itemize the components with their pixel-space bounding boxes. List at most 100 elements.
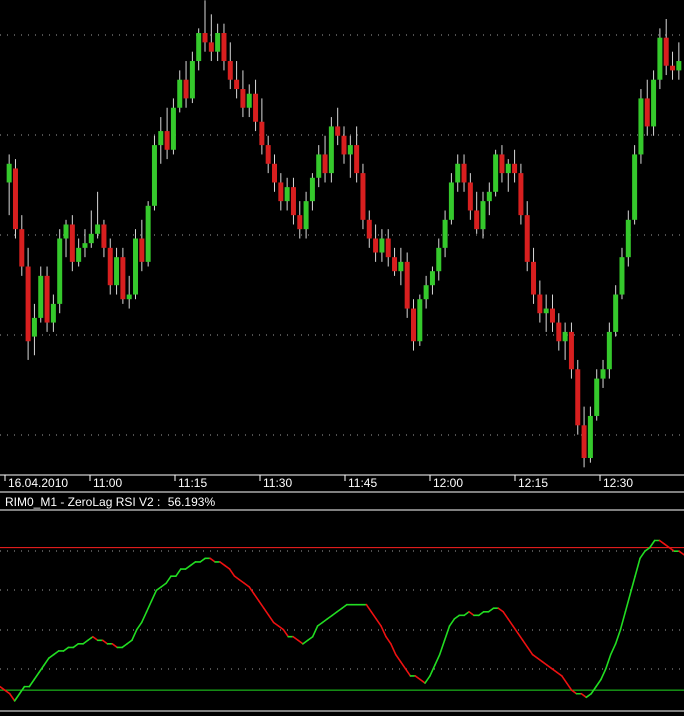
candle-body <box>423 285 429 300</box>
candle <box>360 163 366 230</box>
candle <box>328 117 334 183</box>
candle-body <box>663 37 669 66</box>
candle-body <box>158 131 164 146</box>
candle-body <box>114 257 120 286</box>
chart-window: 16.04.2010 11:00 11:15 11:30 11:45 12:00 12:15… <box>0 0 684 716</box>
candle-body <box>556 322 562 342</box>
candle-body <box>410 308 416 342</box>
candle-body <box>366 219 372 239</box>
candle-body <box>581 425 587 458</box>
time-tick-label: 12:15 <box>518 476 548 490</box>
candle-body <box>107 247 113 286</box>
candle-body <box>625 219 631 258</box>
candle-body <box>151 145 157 206</box>
candle-body <box>651 79 657 127</box>
candle-body <box>63 224 69 239</box>
candle-body <box>638 98 644 155</box>
candle-body <box>290 187 296 216</box>
candle-body <box>360 173 366 220</box>
candle-body <box>170 107 176 150</box>
candle-body <box>183 79 189 99</box>
candle <box>133 229 139 300</box>
candle-body <box>676 61 682 71</box>
candle-body <box>145 205 151 262</box>
candle-body <box>101 224 107 248</box>
candle-body <box>429 271 435 286</box>
candle-body <box>208 42 214 52</box>
candle-body <box>259 121 265 146</box>
candle <box>632 145 638 225</box>
candle-body <box>354 145 360 174</box>
time-tick-label: 12:00 <box>433 476 463 490</box>
candle-body <box>76 247 82 262</box>
candle-body <box>461 163 467 183</box>
candle-body <box>303 201 309 230</box>
candle-body <box>227 61 233 80</box>
candle-body <box>524 215 530 262</box>
candle-body <box>335 126 341 136</box>
candle-body <box>297 215 303 230</box>
candle-body <box>543 308 549 314</box>
time-tick-label: 11:45 <box>348 476 377 490</box>
candle-body <box>518 173 524 216</box>
candle-body <box>455 163 461 183</box>
candle-body <box>467 182 473 211</box>
candle-body <box>347 145 353 155</box>
candle-body <box>480 201 486 230</box>
indicator-name: RIM0_M1 - ZeroLag RSI V2 : <box>5 495 160 509</box>
candle-body <box>398 261 404 272</box>
candle-body <box>133 238 139 295</box>
candle-body <box>139 238 145 262</box>
candle-body <box>328 126 334 174</box>
candle-body <box>164 131 170 150</box>
candle <box>651 70 657 136</box>
candle <box>493 149 499 197</box>
candle-body <box>568 331 574 370</box>
candle <box>12 159 18 239</box>
candle-body <box>126 294 132 300</box>
candle-body <box>385 238 391 258</box>
candle-body <box>562 331 568 342</box>
candle-body <box>657 37 663 80</box>
candle-body <box>69 224 75 262</box>
candle-body <box>537 294 543 314</box>
candle-body <box>177 79 183 108</box>
candle <box>145 201 151 267</box>
candle-body <box>202 33 208 43</box>
candle-body <box>442 219 448 248</box>
candle-body <box>417 299 423 342</box>
candle-body <box>120 257 126 300</box>
candle <box>575 359 581 435</box>
candle-body <box>448 182 454 220</box>
indicator-title: RIM0_M1 - ZeroLag RSI V2 : 56.193% <box>5 495 215 509</box>
candle-body <box>594 378 600 416</box>
candle-body <box>215 33 221 52</box>
time-tick-label: 11:30 <box>263 476 292 490</box>
candle-body <box>505 163 511 174</box>
candle-body <box>189 61 195 99</box>
candle-body <box>196 33 202 62</box>
candle <box>57 229 63 314</box>
candle-body <box>392 257 398 272</box>
candle-body <box>619 257 625 295</box>
candle-body <box>373 238 379 253</box>
candle-body <box>632 154 638 220</box>
candle-body <box>606 331 612 370</box>
candle-body <box>12 168 18 230</box>
candle-body <box>613 294 619 332</box>
candle-body <box>272 163 278 183</box>
candle <box>638 89 644 164</box>
candle-body <box>246 93 252 108</box>
candle-body <box>44 275 50 323</box>
candle-body <box>25 266 31 342</box>
candle-body <box>474 210 480 230</box>
candle-body <box>253 93 259 122</box>
candle-body <box>265 145 271 164</box>
candle-body <box>512 163 518 174</box>
candle-body <box>499 154 505 174</box>
time-tick-label: 12:30 <box>603 476 633 490</box>
candle-body <box>6 163 12 183</box>
candle-body <box>38 275 44 318</box>
candle-body <box>486 191 492 202</box>
time-tick-label: 11:00 <box>93 476 122 490</box>
